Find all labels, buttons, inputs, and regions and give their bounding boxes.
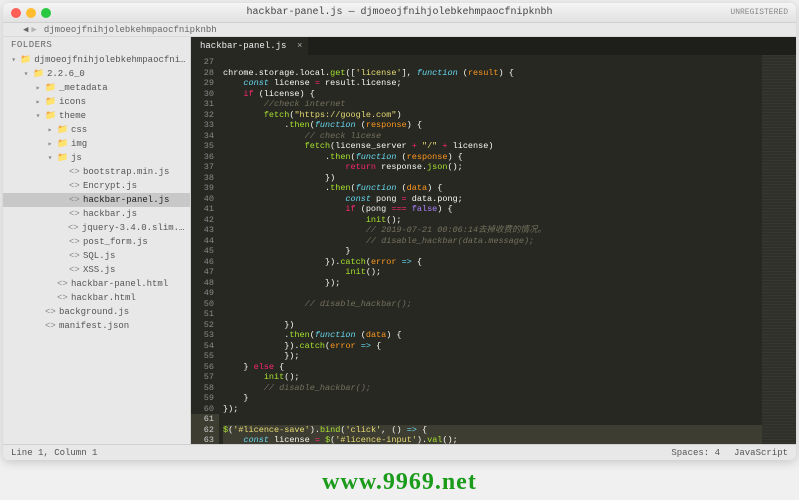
indent-setting[interactable]: Spaces: 4	[671, 448, 720, 458]
editor-pane: hackbar-panel.js × 27 28 29 30 31 32 33 3…	[191, 37, 796, 444]
file-label: hackbar-panel.html	[71, 279, 168, 289]
expand-icon[interactable]: ▾	[47, 153, 53, 163]
tree-row[interactable]: <> background.js	[3, 305, 190, 319]
file-icon: 📁	[45, 97, 55, 107]
unregistered-label: UNREGISTERED	[730, 8, 788, 17]
file-icon: 📁	[57, 139, 67, 149]
tree-row[interactable]: <> hackbar.html	[3, 291, 190, 305]
file-label: SQL.js	[83, 251, 115, 261]
minimap[interactable]	[762, 55, 796, 444]
file-label: post_form.js	[83, 237, 148, 247]
file-icon: 📁	[45, 111, 55, 121]
file-icon: <>	[45, 307, 55, 317]
window-title: hackbar-panel.js — djmoeojfnihjolebkehmp…	[3, 7, 796, 18]
nav-fwd-icon[interactable]: ▶	[31, 25, 36, 35]
folders-heading: FOLDERS	[3, 37, 190, 53]
expand-icon[interactable]: ▸	[47, 139, 53, 149]
file-label: jquery-3.4.0.slim.min.js	[82, 223, 186, 233]
tree-row[interactable]: <> hackbar.js	[3, 207, 190, 221]
file-icon: <>	[69, 167, 79, 177]
file-label: manifest.json	[59, 321, 129, 331]
titlebar[interactable]: hackbar-panel.js — djmoeojfnihjolebkehmp…	[3, 3, 796, 23]
syntax-setting[interactable]: JavaScript	[734, 448, 788, 458]
tree-row[interactable]: <> jquery-3.4.0.slim.min.js	[3, 221, 190, 235]
tree-row[interactable]: <> manifest.json	[3, 319, 190, 333]
line-gutter: 27 28 29 30 31 32 33 34 35 36 37 38 39 4…	[191, 55, 219, 444]
tree-row[interactable]: ▾ 📁 theme	[3, 109, 190, 123]
editor[interactable]: 27 28 29 30 31 32 33 34 35 36 37 38 39 4…	[191, 55, 796, 444]
file-tree[interactable]: ▾ 📁 djmoeojfnihjolebkehmpaocfnipknbh ▾ 📁 2.2.…	[3, 53, 190, 333]
tab-bar[interactable]: hackbar-panel.js ×	[191, 37, 796, 55]
status-bar[interactable]: Line 1, Column 1 Spaces: 4 JavaScript	[3, 444, 796, 460]
file-label: hackbar.html	[71, 293, 136, 303]
tree-row[interactable]: <> Encrypt.js	[3, 179, 190, 193]
main-area: FOLDERS ▾ 📁 djmoeojfnihjolebkehmpaocfnipkn…	[3, 37, 796, 444]
expand-icon[interactable]: ▾	[35, 111, 41, 121]
tree-row[interactable]: <> hackbar-panel.js	[3, 193, 190, 207]
watermark: www.9969.net	[0, 469, 799, 496]
app-window: hackbar-panel.js — djmoeojfnihjolebkehmp…	[3, 3, 796, 460]
tree-row[interactable]: <> SQL.js	[3, 249, 190, 263]
file-icon: <>	[69, 209, 79, 219]
tab-label: hackbar-panel.js	[200, 41, 286, 51]
max-dot[interactable]	[41, 8, 51, 18]
tree-row[interactable]: ▸ 📁 _metadata	[3, 81, 190, 95]
file-icon: <>	[69, 181, 79, 191]
tree-row[interactable]: ▸ 📁 img	[3, 137, 190, 151]
breadcrumb[interactable]: djmoeojfnihjolebkehmpaocfnipknbh	[44, 25, 217, 35]
file-icon: <>	[68, 223, 78, 233]
close-dot[interactable]	[11, 8, 21, 18]
min-dot[interactable]	[26, 8, 36, 18]
file-icon: <>	[57, 279, 67, 289]
file-label: Encrypt.js	[83, 181, 137, 191]
tree-row[interactable]: ▸ 📁 icons	[3, 95, 190, 109]
file-label: background.js	[59, 307, 129, 317]
file-icon: <>	[69, 195, 79, 205]
file-icon: <>	[45, 321, 55, 331]
file-icon: <>	[69, 237, 79, 247]
expand-icon[interactable]: ▾	[23, 69, 29, 79]
file-label: hackbar.js	[83, 209, 137, 219]
file-icon: 📁	[57, 125, 67, 135]
file-label: icons	[59, 97, 86, 107]
tree-row[interactable]: <> post_form.js	[3, 235, 190, 249]
file-label: bootstrap.min.js	[83, 167, 169, 177]
nav-bar: ◀ ▶ djmoeojfnihjolebkehmpaocfnipknbh	[3, 23, 796, 37]
tree-row[interactable]: ▾ 📁 djmoeojfnihjolebkehmpaocfnipknbh	[3, 53, 190, 67]
tree-row[interactable]: <> bootstrap.min.js	[3, 165, 190, 179]
file-icon: 📁	[45, 83, 55, 93]
cursor-pos[interactable]: Line 1, Column 1	[11, 448, 97, 458]
file-icon: 📁	[20, 55, 30, 65]
file-label: js	[71, 153, 82, 163]
tree-row[interactable]: ▾ 📁 js	[3, 151, 190, 165]
sidebar[interactable]: FOLDERS ▾ 📁 djmoeojfnihjolebkehmpaocfnipkn…	[3, 37, 191, 444]
file-icon: <>	[69, 251, 79, 261]
file-label: djmoeojfnihjolebkehmpaocfnipknbh	[34, 55, 186, 65]
tree-row[interactable]: <> hackbar-panel.html	[3, 277, 190, 291]
status-right: Spaces: 4 JavaScript	[671, 448, 788, 458]
expand-icon[interactable]: ▸	[47, 125, 53, 135]
file-icon: 📁	[57, 153, 67, 163]
expand-icon[interactable]: ▸	[35, 83, 41, 93]
code-area[interactable]: chrome.storage.local.get(['license'], fu…	[219, 55, 762, 444]
tree-row[interactable]: ▾ 📁 2.2.6_0	[3, 67, 190, 81]
expand-icon[interactable]: ▸	[35, 97, 41, 107]
file-label: _metadata	[59, 83, 108, 93]
nav-back-icon[interactable]: ◀	[23, 25, 28, 35]
expand-icon[interactable]: ▾	[11, 55, 16, 65]
file-label: hackbar-panel.js	[83, 195, 169, 205]
file-label: img	[71, 139, 87, 149]
close-icon[interactable]: ×	[297, 41, 302, 51]
file-icon: <>	[57, 293, 67, 303]
file-tab[interactable]: hackbar-panel.js ×	[191, 37, 308, 55]
file-label: XSS.js	[83, 265, 115, 275]
file-label: theme	[59, 111, 86, 121]
file-icon: <>	[69, 265, 79, 275]
file-label: 2.2.6_0	[47, 69, 85, 79]
tree-row[interactable]: <> XSS.js	[3, 263, 190, 277]
traffic-lights	[3, 8, 51, 18]
tree-row[interactable]: ▸ 📁 css	[3, 123, 190, 137]
file-icon: 📁	[33, 69, 43, 79]
file-label: css	[71, 125, 87, 135]
